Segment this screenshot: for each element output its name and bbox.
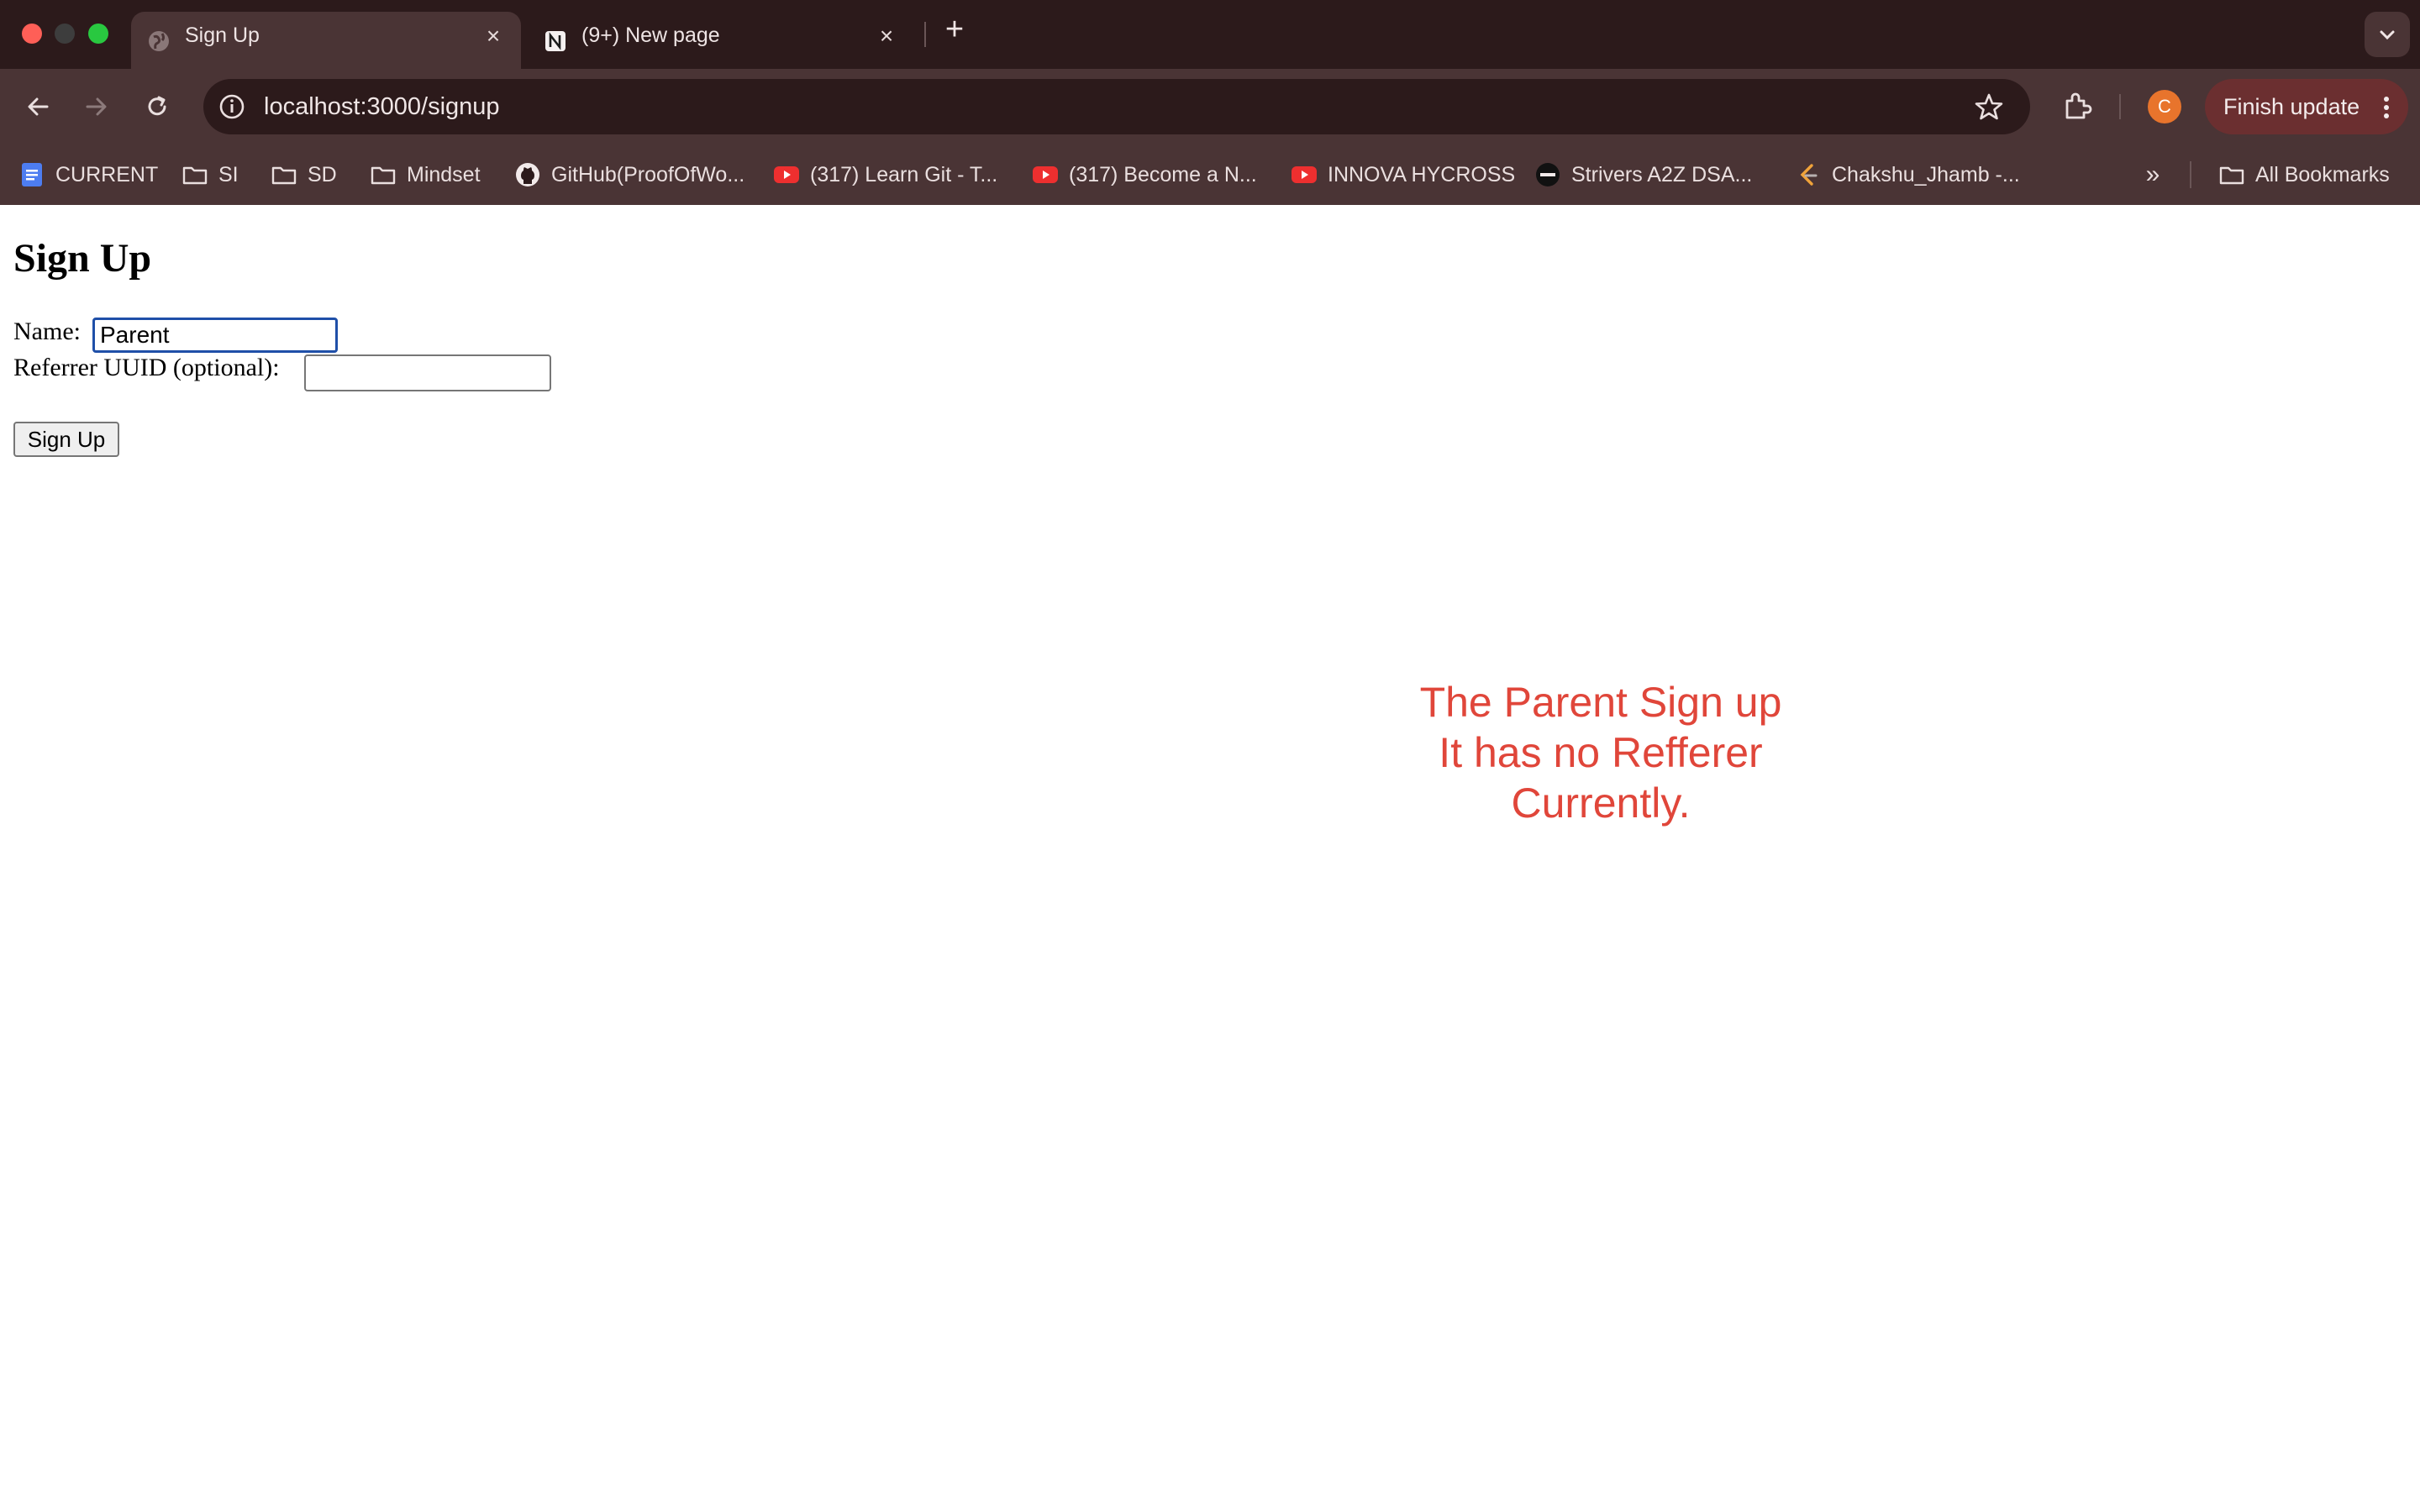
name-input[interactable]: Parent (92, 318, 338, 353)
bookmark-star-icon[interactable] (1973, 91, 2005, 123)
bookmark-label: GitHub(ProofOfWo... (551, 162, 745, 186)
youtube-icon (774, 166, 799, 183)
reload-icon (148, 96, 166, 116)
bookmark-label: (317) Learn Git - T... (810, 162, 998, 186)
folder-icon (182, 166, 208, 185)
sign-up-button[interactable]: Sign Up (13, 422, 119, 457)
referrer-uuid-label: Referrer UUID (optional): (13, 354, 280, 381)
toolbar-separator (2119, 94, 2121, 119)
finish-update-label: Finish update (2223, 94, 2360, 119)
window-close-button[interactable] (22, 24, 42, 44)
tab-title: (9+) New page (581, 24, 720, 47)
tab-new-page[interactable]: (9+) New page × (528, 12, 914, 69)
all-bookmarks-button[interactable]: All Bookmarks (2218, 144, 2390, 205)
bookmark-strivers[interactable]: Strivers A2Z DSA... (1534, 144, 1752, 205)
more-menu-icon (2384, 97, 2389, 118)
bookmark-chakshu[interactable]: Chakshu_Jhamb -... (1795, 144, 2020, 205)
tab-search-button[interactable] (2365, 12, 2410, 57)
close-icon[interactable]: × (481, 24, 506, 49)
window-maximize-button[interactable] (88, 24, 108, 44)
tuf-icon (1536, 163, 1560, 186)
all-bookmarks-label: All Bookmarks (2255, 162, 2390, 186)
github-icon (516, 163, 539, 186)
tab-strip: Sign Up × (9+) New page × + (0, 0, 2420, 69)
folder-icon (371, 166, 396, 185)
bookmark-label: Chakshu_Jhamb -... (1832, 162, 2020, 186)
tab-sign-up[interactable]: Sign Up × (131, 12, 521, 69)
arrow-left-icon (28, 97, 49, 116)
youtube-icon (1292, 166, 1317, 183)
leetcode-icon (1800, 164, 1818, 186)
tab-title: Sign Up (185, 24, 260, 47)
bookmark-mindset[interactable]: Mindset (370, 144, 481, 205)
address-bar[interactable]: localhost:3000/signup (203, 79, 2030, 134)
more-bookmarks-chevron-icon[interactable]: » (2138, 160, 2168, 190)
profile-avatar[interactable]: C (2148, 90, 2181, 123)
bookmark-label: Mindset (407, 162, 481, 186)
bookmark-label: (317) Become a N... (1069, 162, 1257, 186)
docs-icon (22, 163, 42, 186)
site-info-icon[interactable] (217, 92, 247, 122)
bookmark-label: Strivers A2Z DSA... (1571, 162, 1753, 186)
referrer-uuid-input[interactable] (304, 354, 551, 391)
chevron-down-icon (2380, 30, 2395, 40)
youtube-icon (1033, 166, 1058, 183)
bookmark-github[interactable]: GitHub(ProofOfWo... (514, 144, 744, 205)
name-label: Name: (13, 318, 81, 345)
annotation-line: It has no Refferer (1439, 729, 1763, 776)
window-minimize-button[interactable] (55, 24, 75, 44)
annotation-line: Currently. (1511, 780, 1691, 827)
close-icon[interactable]: × (874, 24, 899, 49)
bookmarks-separator (2190, 161, 2191, 188)
folder-icon (271, 166, 297, 185)
browser-toolbar: localhost:3000/signup C Finish update (0, 69, 2420, 144)
reload-button[interactable] (138, 87, 176, 126)
bookmark-label: INNOVA HYCROSS (1328, 162, 1516, 186)
annotation-line: The Parent Sign up (1419, 679, 1782, 726)
notion-icon (545, 31, 566, 51)
folder-icon (2219, 166, 2244, 185)
bookmark-label: SI (218, 162, 239, 186)
forward-button[interactable] (77, 87, 116, 126)
extensions-icon[interactable] (2059, 87, 2097, 126)
finish-update-button[interactable]: Finish update (2205, 79, 2408, 134)
bookmark-sd[interactable]: SD (271, 144, 337, 205)
bookmark-innova-hycross[interactable]: INNOVA HYCROSS (1291, 144, 1515, 205)
bookmark-label: SD (308, 162, 337, 186)
bookmarks-bar: CURRENT SI SD Mindset GitHub(ProofOfWo..… (0, 144, 2420, 205)
page-title: Sign Up (13, 236, 152, 281)
page-content: Sign Up Name: Parent Referrer UUID (opti… (0, 205, 2420, 1512)
globe-icon (149, 31, 169, 51)
bookmark-become-a[interactable]: (317) Become a N... (1032, 144, 1257, 205)
bookmark-learn-git[interactable]: (317) Learn Git - T... (773, 144, 997, 205)
tab-separator (924, 22, 926, 47)
bookmark-label: CURRENT (55, 162, 159, 186)
arrow-right-icon (86, 97, 107, 116)
bookmark-si[interactable]: SI (182, 144, 239, 205)
url-text[interactable]: localhost:3000/signup (264, 79, 500, 134)
back-button[interactable] (18, 87, 57, 126)
new-tab-button[interactable]: + (938, 13, 971, 47)
annotation-note: The Parent Sign up It has no Refferer Cu… (1311, 677, 1891, 828)
bookmark-current[interactable]: CURRENT (18, 144, 158, 205)
